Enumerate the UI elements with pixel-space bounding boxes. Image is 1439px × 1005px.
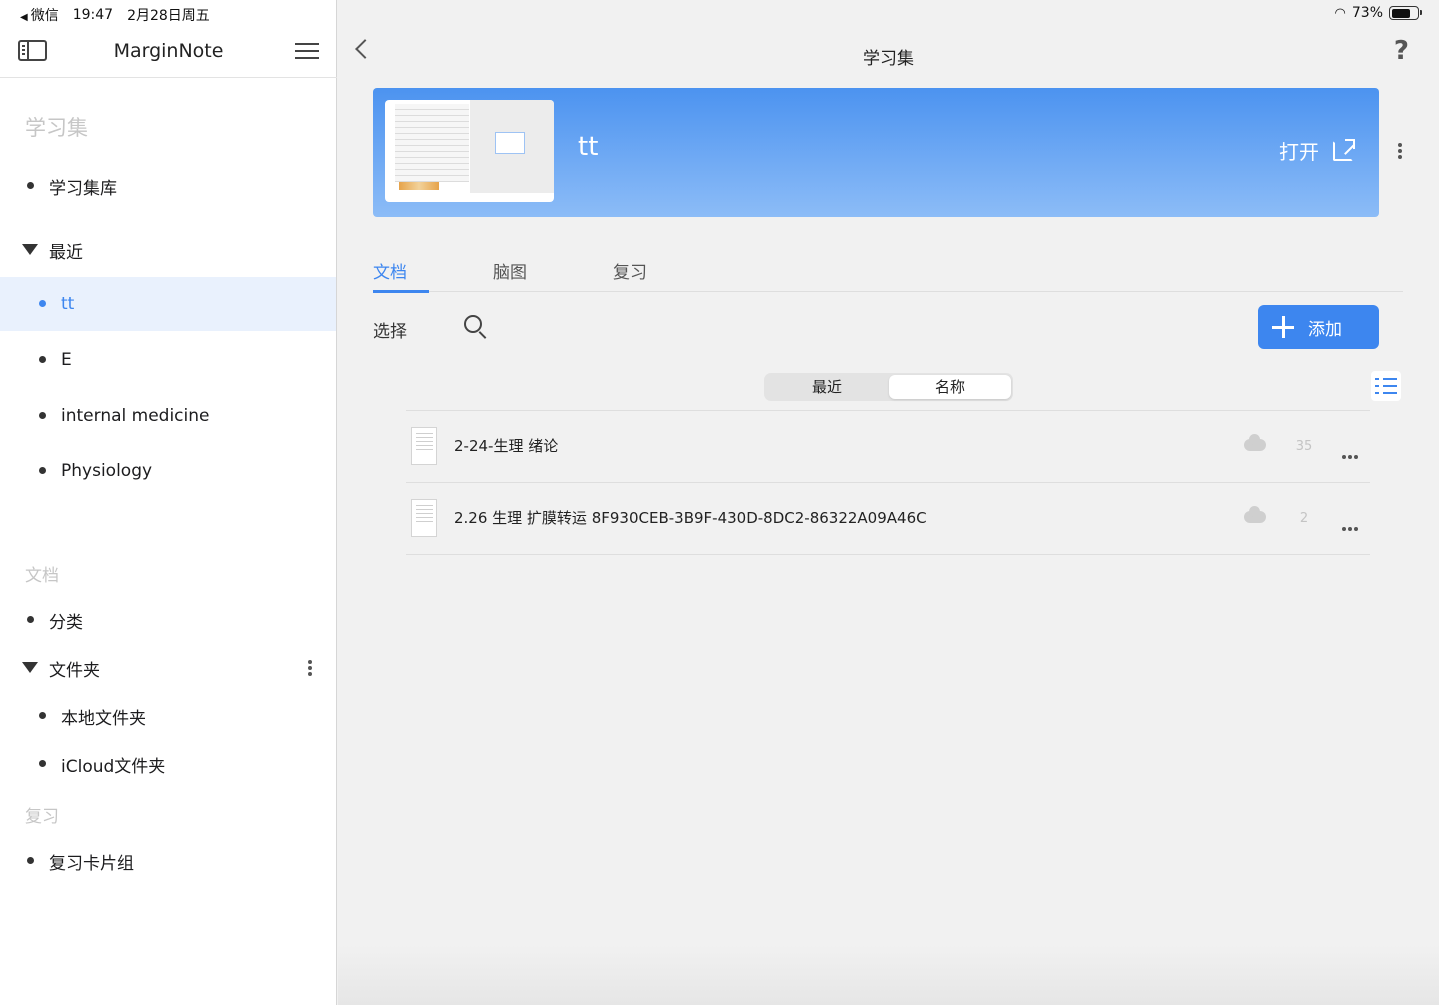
- sidebar-item-recent-e[interactable]: E: [0, 338, 336, 382]
- sort-recent-segment[interactable]: 最近: [766, 375, 888, 399]
- help-icon[interactable]: ?: [1394, 36, 1409, 66]
- section-header-study-sets: 学习集: [25, 116, 88, 140]
- sidebar-item-label: tt: [61, 294, 75, 314]
- study-set-banner[interactable]: tt 打开: [373, 88, 1379, 217]
- list-view-icon[interactable]: [1371, 371, 1401, 401]
- sidebar: 微信 19:47 2月28日周五 MarginNote 学习集 学习集库 最近 …: [0, 0, 337, 1005]
- sidebar-header: MarginNote: [0, 28, 337, 78]
- sort-name-segment[interactable]: 名称: [889, 375, 1011, 399]
- sidebar-item-label: 本地文件夹: [61, 708, 146, 729]
- search-icon[interactable]: [464, 315, 482, 333]
- sidebar-item-local-folder[interactable]: 本地文件夹: [0, 694, 336, 738]
- sidebar-item-card-groups[interactable]: 复习卡片组: [0, 839, 336, 883]
- status-bar-left: 微信 19:47 2月28日周五: [20, 5, 210, 25]
- tab-review[interactable]: 复习: [613, 258, 647, 292]
- sidebar-item-label: Physiology: [61, 461, 153, 481]
- wifi-icon: ◠: [1334, 5, 1346, 21]
- bullet-icon: [27, 616, 34, 623]
- hamburger-menu-icon[interactable]: [295, 43, 319, 59]
- bullet-icon: [39, 712, 46, 719]
- sidebar-item-physiology[interactable]: Physiology: [0, 449, 336, 493]
- open-button[interactable]: 打开: [1279, 136, 1355, 165]
- bullet-icon: [39, 300, 46, 307]
- status-date: 2月28日周五: [127, 8, 210, 24]
- battery-fill: [1391, 8, 1410, 18]
- study-set-thumbnail: [385, 100, 554, 202]
- sidebar-item-label: 分类: [49, 612, 83, 633]
- disclosure-triangle-icon[interactable]: [22, 662, 38, 673]
- banner-more-vertical-icon[interactable]: [1398, 143, 1402, 159]
- more-horizontal-icon[interactable]: [1342, 444, 1360, 459]
- sidebar-item-internal-medicine[interactable]: internal medicine: [0, 394, 336, 438]
- battery-icon: [1389, 6, 1422, 20]
- section-header-documents: 文档: [25, 566, 59, 586]
- sidebar-item-label: iCloud文件夹: [61, 756, 166, 777]
- more-vertical-icon[interactable]: [308, 660, 312, 676]
- document-list: 2-24-生理 绪论 35 2.26 生理 扩膜转运 8F930CEB-3B9F…: [406, 410, 1370, 555]
- sidebar-item-library[interactable]: 学习集库: [0, 164, 336, 208]
- select-button[interactable]: 选择: [373, 317, 407, 342]
- thumbnail-document-pane: [395, 104, 469, 182]
- status-time: 19:47: [72, 7, 114, 23]
- sidebar-item-label: 学习集库: [49, 178, 117, 199]
- thumbnail-note-card: [495, 132, 525, 154]
- page-title: 学习集: [863, 49, 914, 69]
- add-button-label: 添加: [1308, 319, 1342, 340]
- bullet-icon: [39, 467, 46, 474]
- main-content: ◠ 73% 学习集 ? tt 打开 文档 脑图 复习 选择 添加 最近 名称 2…: [338, 0, 1439, 1005]
- sidebar-item-folders[interactable]: 文件夹: [0, 646, 336, 690]
- sidebar-item-label: internal medicine: [61, 406, 210, 426]
- app-title: MarginNote: [113, 40, 224, 62]
- battery-percent: 73%: [1351, 5, 1383, 21]
- sidebar-item-label: E: [61, 350, 72, 370]
- open-button-label: 打开: [1279, 140, 1319, 164]
- document-thumbnail: [411, 427, 437, 465]
- sidebar-item-recent-tt[interactable]: tt: [0, 277, 336, 331]
- add-button[interactable]: 添加: [1258, 305, 1379, 349]
- tab-mindmap[interactable]: 脑图: [493, 258, 527, 292]
- sidebar-item-icloud-folder[interactable]: iCloud文件夹: [0, 742, 336, 786]
- bullet-icon: [39, 356, 46, 363]
- tab-documents[interactable]: 文档: [373, 258, 429, 293]
- sort-segmented-control: 最近 名称: [764, 373, 1013, 401]
- document-row[interactable]: 2-24-生理 绪论 35: [406, 411, 1370, 483]
- tab-bar: 文档 脑图 复习: [373, 252, 1403, 293]
- sidebar-item-label: 复习卡片组: [49, 853, 134, 874]
- bottom-shade: [338, 945, 1439, 1005]
- document-name: 2-24-生理 绪论: [454, 437, 559, 455]
- bullet-icon: [27, 182, 34, 189]
- document-note-count: 35: [1295, 439, 1313, 454]
- bullet-icon: [27, 857, 34, 864]
- sidebar-item-categories[interactable]: 分类: [0, 598, 336, 642]
- sidebar-item-label: 最近: [49, 242, 83, 263]
- thumbnail-figure: [399, 182, 439, 190]
- status-bar-right: ◠ 73%: [1334, 5, 1422, 21]
- document-note-count: 2: [1299, 511, 1309, 526]
- sidebar-item-recent[interactable]: 最近: [0, 228, 336, 272]
- study-set-title: tt: [578, 132, 599, 162]
- sidebar-item-label: 文件夹: [49, 660, 100, 681]
- plus-icon: [1272, 316, 1294, 338]
- bullet-icon: [39, 412, 46, 419]
- bullet-icon: [39, 760, 46, 767]
- external-link-icon: [1333, 138, 1355, 161]
- section-header-review: 复习: [25, 807, 59, 827]
- back-to-app-link[interactable]: 微信: [20, 5, 59, 25]
- cloud-icon: [1244, 434, 1266, 451]
- document-name: 2.26 生理 扩膜转运 8F930CEB-3B9F-430D-8DC2-863…: [454, 509, 927, 527]
- document-row[interactable]: 2.26 生理 扩膜转运 8F930CEB-3B9F-430D-8DC2-863…: [406, 483, 1370, 555]
- document-thumbnail: [411, 499, 437, 537]
- disclosure-triangle-icon[interactable]: [22, 244, 38, 255]
- more-horizontal-icon[interactable]: [1342, 516, 1360, 531]
- cloud-icon: [1244, 506, 1266, 523]
